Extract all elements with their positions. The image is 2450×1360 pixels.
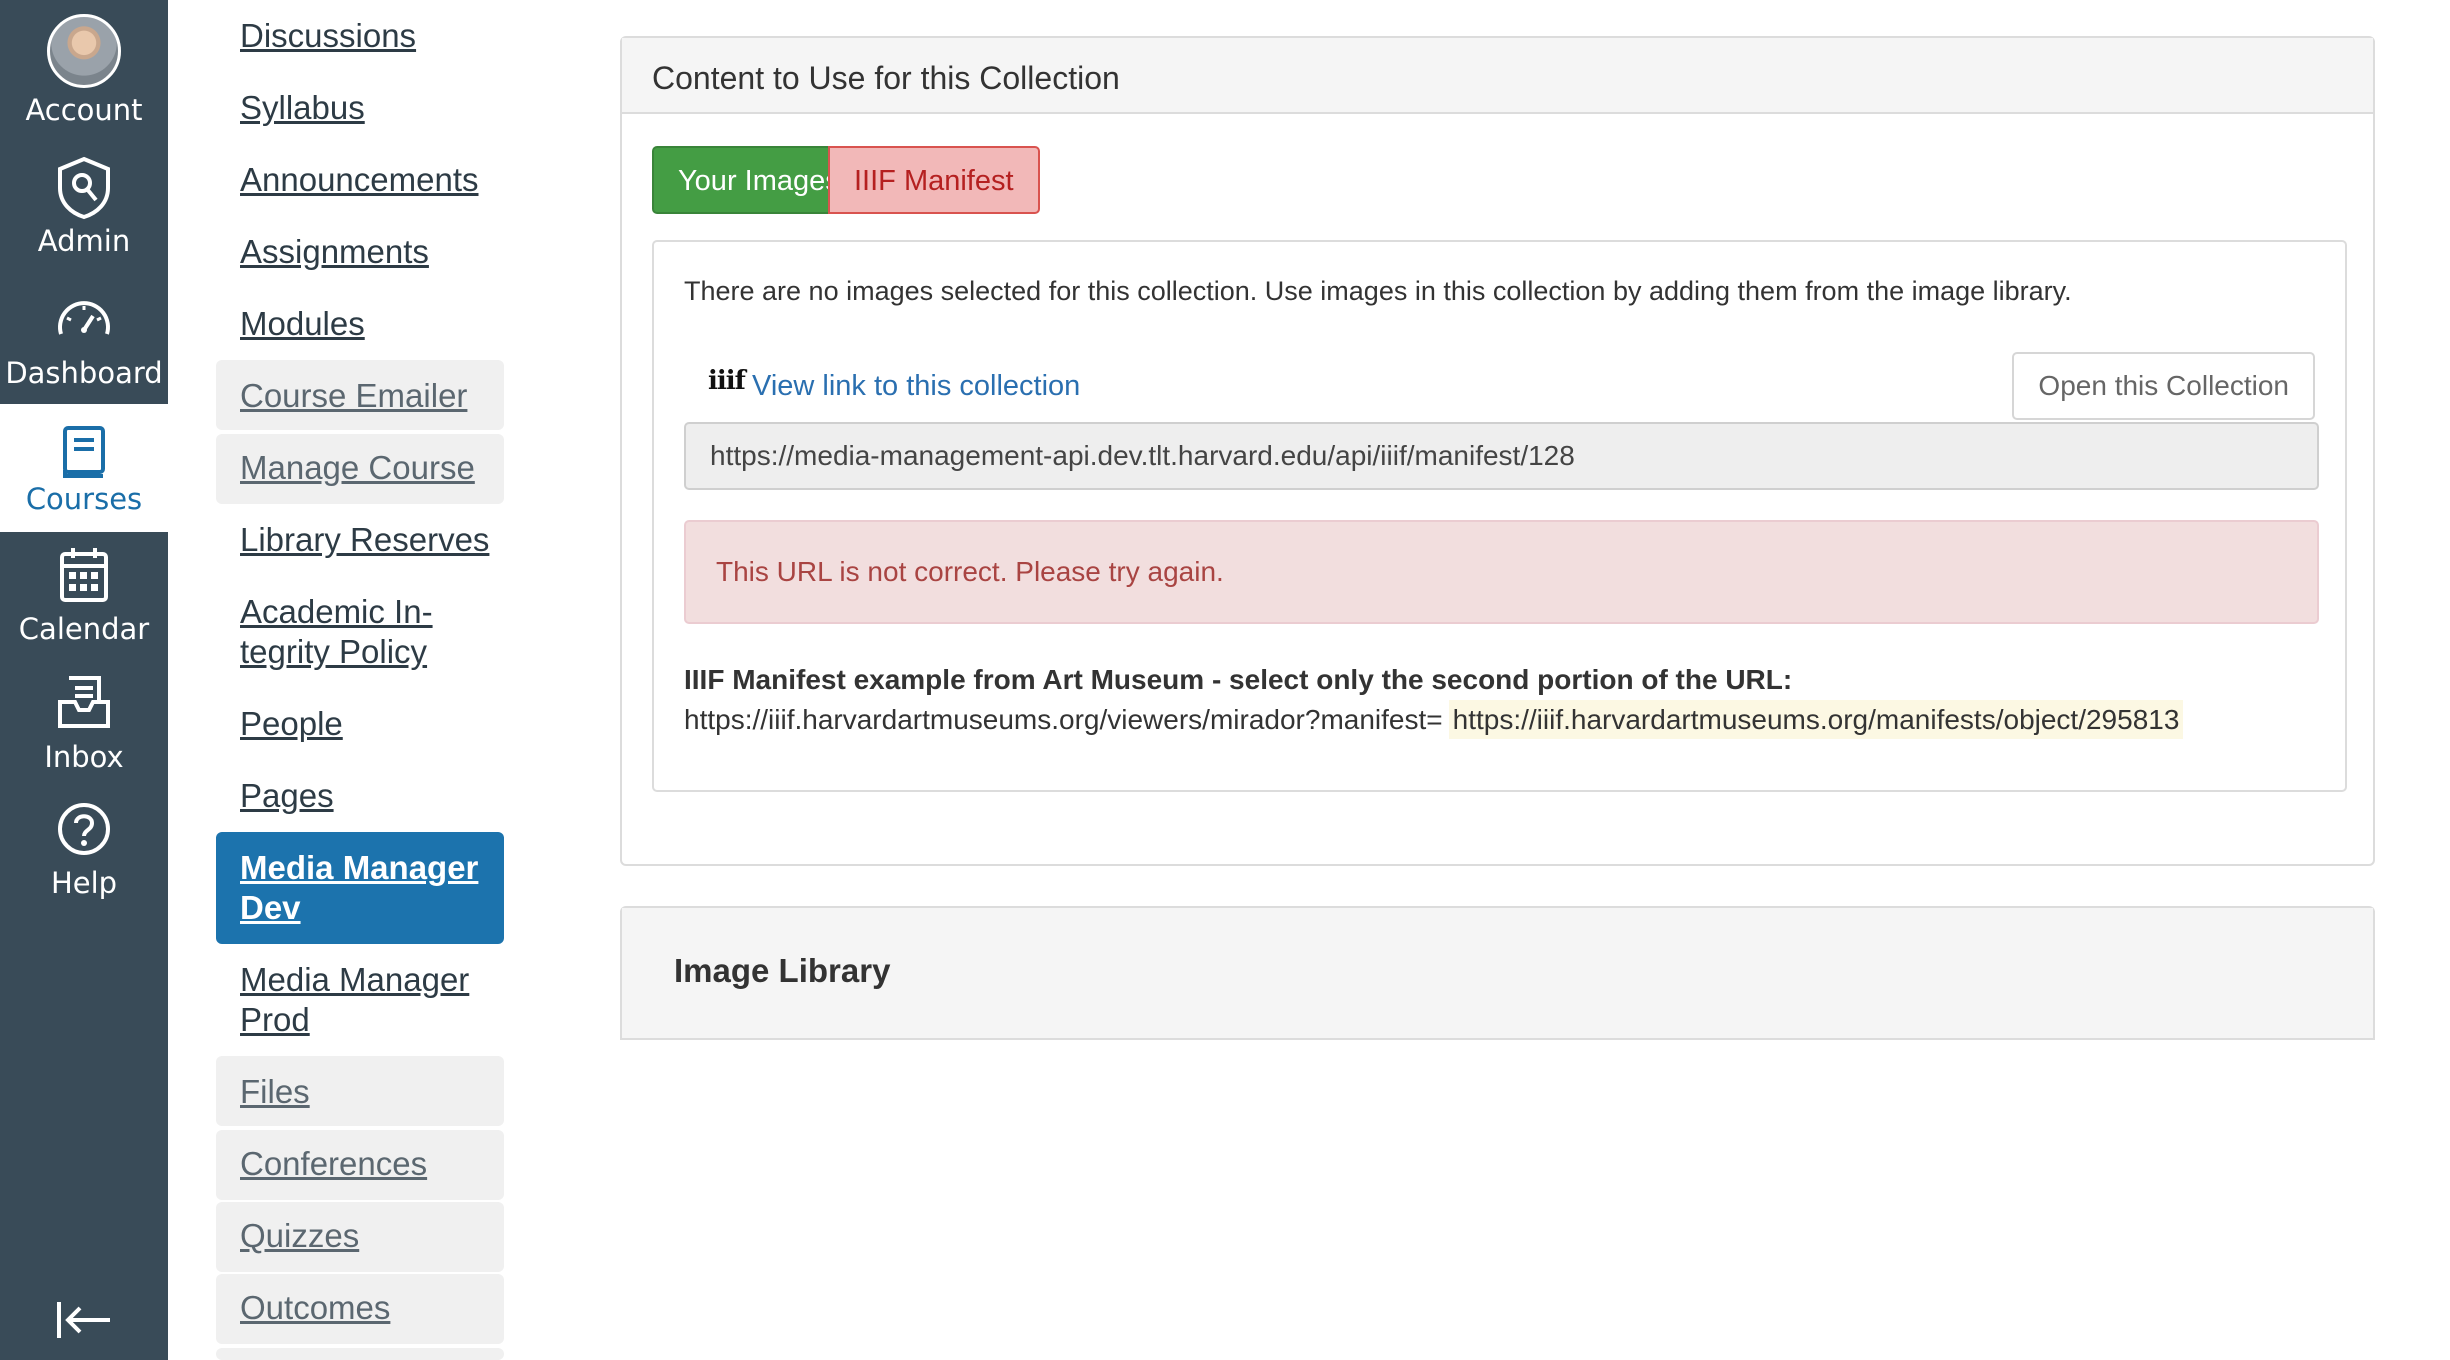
course-nav-people[interactable]: People <box>216 704 504 744</box>
course-nav-conferences[interactable]: Conferences <box>216 1130 504 1200</box>
course-nav-media-manager-dev-line2: Dev <box>240 889 301 926</box>
course-nav-media-manager-dev[interactable]: Media Manager Dev <box>216 832 504 944</box>
course-nav-manage-course[interactable]: Manage Course <box>216 434 504 504</box>
course-nav-media-manager-prod-line1: Media Manager <box>240 961 470 998</box>
example-url: https://iiif.harvardartmuseums.org/viewe… <box>684 700 2184 739</box>
global-nav: Account Admin Dashboard Courses Calendar… <box>0 0 168 1360</box>
example-url-highlight: https://iiif.harvardartmuseums.org/manif… <box>1448 700 2184 739</box>
book-icon <box>63 426 105 478</box>
global-nav-calendar[interactable]: Calendar <box>0 540 168 668</box>
course-nav-modules[interactable]: Modules <box>216 304 504 344</box>
tab-iiif-manifest[interactable]: IIIF Manifest <box>828 146 1040 214</box>
global-nav-admin[interactable]: Admin <box>0 140 168 268</box>
global-nav-courses[interactable]: Courses <box>0 404 168 532</box>
course-nav-outcomes[interactable]: Outcomes <box>216 1274 504 1344</box>
course-nav-quizzes[interactable]: Quizzes <box>216 1202 504 1272</box>
global-nav-account[interactable]: Account <box>0 0 168 128</box>
course-nav-syllabus[interactable]: Syllabus <box>216 88 504 128</box>
example-url-prefix: https://iiif.harvardartmuseums.org/viewe… <box>684 704 1443 735</box>
global-nav-dashboard-label: Dashboard <box>5 356 163 390</box>
collapse-nav-icon[interactable] <box>56 1300 112 1340</box>
course-nav-media-manager-dev-line1: Media Manager <box>240 849 479 886</box>
course-nav-academic-integrity-line1: Academic In- <box>240 593 433 630</box>
iiif-manifest-box: There are no images selected for this co… <box>652 240 2347 792</box>
iiif-logo-icon: iiif <box>708 366 746 396</box>
view-collection-link[interactable]: View link to this collection <box>752 370 1080 403</box>
global-nav-inbox[interactable]: Inbox <box>0 670 168 798</box>
course-nav-next-item[interactable] <box>216 1348 504 1360</box>
avatar <box>47 14 121 88</box>
help-icon <box>58 803 110 855</box>
course-nav-pages[interactable]: Pages <box>216 776 504 816</box>
shield-icon <box>58 156 110 220</box>
course-nav-files[interactable]: Files <box>216 1056 504 1126</box>
no-images-message: There are no images selected for this co… <box>684 276 2072 306</box>
calendar-icon <box>60 548 108 602</box>
global-nav-courses-label: Courses <box>25 482 143 516</box>
image-library-panel: Image Library <box>620 906 2375 1040</box>
global-nav-inbox-label: Inbox <box>44 740 124 774</box>
course-nav-announcements[interactable]: Announcements <box>216 160 504 200</box>
course-nav-academic-integrity-line2: tegrity Policy <box>240 633 428 670</box>
image-library-title: Image Library <box>622 908 2373 1040</box>
example-title: IIIF Manifest example from Art Museum - … <box>684 664 1793 695</box>
course-nav-academic-integrity[interactable]: Academic In- tegrity Policy <box>216 592 504 672</box>
global-nav-calendar-label: Calendar <box>18 612 150 646</box>
content-panel-title: Content to Use for this Collection <box>622 38 2373 114</box>
global-nav-dashboard[interactable]: Dashboard <box>0 270 168 398</box>
global-nav-admin-label: Admin <box>37 224 131 258</box>
dashboard-icon <box>58 301 110 335</box>
course-nav-discussions[interactable]: Discussions <box>216 16 504 56</box>
course-nav-media-manager-prod-line2: Prod <box>240 1001 310 1038</box>
open-collection-button[interactable]: Open this Collection <box>2012 352 2315 420</box>
global-nav-help-label: Help <box>50 866 118 900</box>
global-nav-help[interactable]: Help <box>0 798 168 926</box>
course-nav-assignments[interactable]: Assignments <box>216 232 504 272</box>
error-alert: This URL is not correct. Please try agai… <box>684 520 2319 624</box>
course-nav-course-emailer[interactable]: Course Emailer <box>216 360 504 430</box>
global-nav-account-label: Account <box>25 93 143 127</box>
inbox-icon <box>58 676 110 728</box>
course-nav-media-manager-prod[interactable]: Media Manager Prod <box>216 960 504 1040</box>
manifest-url-field[interactable]: https://media-management-api.dev.tlt.har… <box>684 422 2319 490</box>
course-nav-library-reserves[interactable]: Library Reserves <box>216 520 504 560</box>
content-panel: Content to Use for this Collection Your … <box>620 36 2375 866</box>
